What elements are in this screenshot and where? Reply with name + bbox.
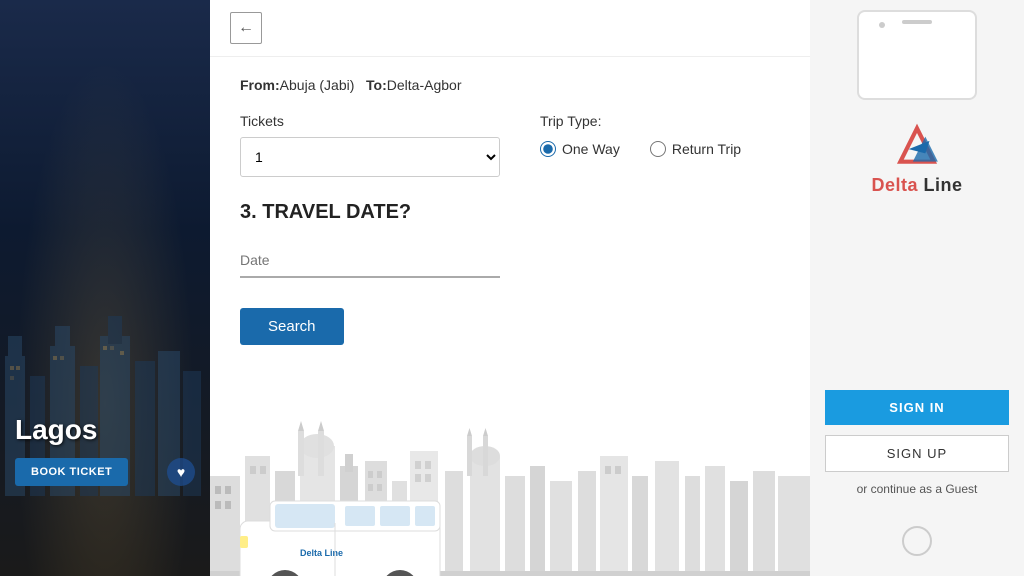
guest-text: or continue as a Guest [857, 482, 978, 496]
phone-mockup [857, 10, 977, 100]
trip-type-group: Trip Type: One Way Return Trip [540, 113, 741, 157]
delta-line-logo: Delta Line [871, 120, 962, 196]
right-panel: Delta Line SIGN IN SIGN UP or continue a… [810, 0, 1024, 576]
phone-camera [879, 22, 885, 28]
svg-text:Delta Line: Delta Line [300, 548, 343, 558]
city-label: Lagos [15, 414, 97, 446]
signup-button[interactable]: SIGN UP [825, 435, 1009, 472]
trip-type-options: One Way Return Trip [540, 141, 741, 157]
from-value: Abuja (Jabi) [280, 77, 355, 93]
tickets-label: Tickets [240, 113, 500, 129]
date-input-wrapper [240, 244, 500, 278]
search-button[interactable]: Search [240, 308, 344, 345]
route-info: From:Abuja (Jabi) To:Delta-Agbor [240, 77, 780, 93]
tickets-group: Tickets 1 2 3 4 5 [240, 113, 500, 177]
return-trip-option[interactable]: Return Trip [650, 141, 741, 157]
auth-section: SIGN IN SIGN UP or continue as a Guest [810, 390, 1024, 496]
one-way-label: One Way [562, 141, 620, 157]
phone-speaker [902, 20, 932, 24]
favorite-icon[interactable]: ♥ [167, 458, 195, 486]
modal-top-bar: ← [210, 0, 810, 57]
return-trip-radio[interactable] [650, 141, 666, 157]
phone-home-button [902, 526, 932, 556]
skyline-illustration: Delta Line [210, 416, 810, 576]
left-panel: Lagos BOOK TICKET ♥ [0, 0, 210, 576]
to-value: Delta-Agbor [387, 77, 462, 93]
return-trip-label: Return Trip [672, 141, 741, 157]
book-ticket-button[interactable]: BOOK TICKET [15, 458, 128, 486]
date-input[interactable] [240, 244, 500, 276]
signin-button[interactable]: SIGN IN [825, 390, 1009, 425]
to-label: To: [366, 77, 387, 93]
back-button[interactable]: ← [230, 12, 262, 44]
travel-date-title: 3. TRAVEL DATE? [240, 201, 780, 224]
logo-text: Delta Line [871, 175, 962, 196]
logo-line: Line [924, 175, 963, 195]
from-label: From: [240, 77, 280, 93]
tickets-triptype-row: Tickets 1 2 3 4 5 Trip Type: One Way [240, 113, 780, 177]
delta-line-logo-icon [892, 120, 942, 170]
trip-type-label: Trip Type: [540, 113, 741, 129]
one-way-option[interactable]: One Way [540, 141, 620, 157]
logo-delta: Delta [871, 175, 918, 195]
one-way-radio[interactable] [540, 141, 556, 157]
tickets-select[interactable]: 1 2 3 4 5 [240, 137, 500, 177]
